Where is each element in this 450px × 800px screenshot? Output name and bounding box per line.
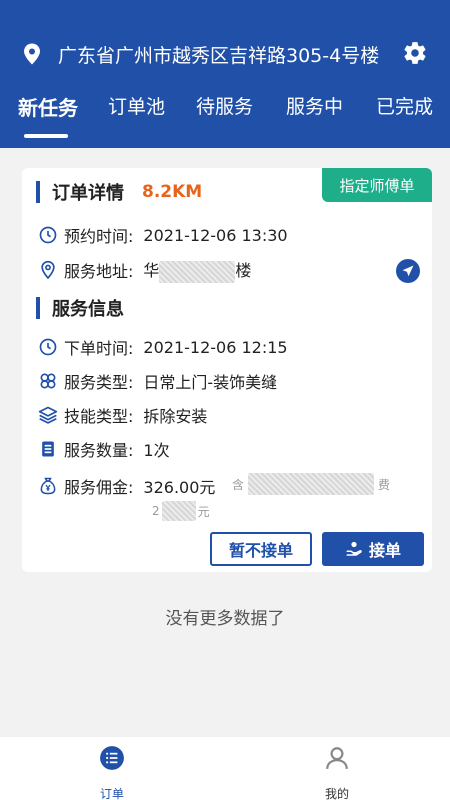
fee-line2-prefix: 2 [152,504,160,518]
reject-order-button[interactable]: 暂不接单 [210,532,312,566]
clock-icon [39,338,57,356]
service-quantity-label: 服务数量: [64,441,134,460]
service-info-title: 服务信息 [52,299,124,320]
clock-icon [39,226,57,244]
fee-note-line2: 2 元 [152,501,210,521]
accept-order-button[interactable]: 接单 [322,532,424,566]
tab-pending-service[interactable]: 待服务 [196,92,253,119]
nav-item-orders[interactable]: 订单 [72,745,152,800]
fee-note-prefix: 含 [232,477,245,492]
tab-completed[interactable]: 已完成 [376,92,433,119]
status-tabs: 新任务 订单池 待服务 服务中 已完成 [0,92,450,138]
commission-label: 服务佣金: [64,478,134,497]
current-location: 广东省广州市越秀区吉祥路305-4号楼 [58,44,380,67]
service-type-label: 服务类型: [64,373,134,392]
user-profile-icon [326,747,348,769]
location-bar[interactable]: 广东省广州市越秀区吉祥路305-4号楼 [0,32,450,76]
tab-order-pool[interactable]: 订单池 [108,92,165,119]
service-address-value: 华楼 [143,257,251,283]
tab-new-tasks[interactable]: 新任务 [18,92,78,121]
masked-fee-amount [161,501,196,521]
section-accent-bar [36,181,40,203]
skill-type-label: 技能类型: [64,407,134,426]
service-type-value: 日常上门-装饰美缝 [143,373,278,392]
address-suffix: 楼 [235,261,252,281]
location-marker-icon [41,260,55,280]
no-more-data-message: 没有更多数据了 [165,609,285,629]
orders-list-icon [100,746,124,770]
order-detail-heading: 订单详情 8.2KM [36,179,202,205]
money-bag-icon [40,477,56,495]
order-time-label: 下单时间: [64,339,134,358]
location-pin-icon [24,43,40,65]
commission-value: 326.00元 [143,478,216,497]
order-time-value: 2021-12-06 12:15 [143,337,288,357]
list-doc-icon [42,441,54,457]
fee-note: 含 费 [232,473,390,495]
order-detail-title: 订单详情 [52,183,124,204]
commission-row: 服务佣金: 326.00元 [38,471,215,501]
order-time-row: 下单时间: 2021-12-06 12:15 [38,332,288,362]
nav-item-mine[interactable]: 我的 [297,745,377,800]
hand-accept-icon [346,541,362,556]
accept-order-label: 接单 [368,541,401,560]
masked-fee-text [248,473,375,495]
skill-type-row: 技能类型: 拆除安装 [38,400,207,430]
skill-type-value: 拆除安装 [143,407,208,426]
layers-icon [38,406,58,424]
fee-line2-suffix: 元 [197,504,210,519]
distance-label: 8.2KM [142,182,203,202]
tab-in-service[interactable]: 服务中 [286,92,343,119]
address-prefix: 华 [143,261,160,281]
navigate-icon[interactable] [396,259,420,283]
service-address-row: 服务地址: 华楼 [38,255,251,285]
nav-label-orders: 订单 [99,787,124,800]
service-info-heading: 服务信息 [36,295,124,321]
appointment-time-label: 预约时间: [64,227,134,246]
bottom-navigation: 订单 我的 [0,737,450,800]
appointment-time-row: 预约时间: 2021-12-06 13:30 [38,220,288,250]
nav-label-mine: 我的 [324,787,349,800]
service-type-row: 服务类型: 日常上门-装饰美缝 [38,366,277,396]
service-quantity-value: 1次 [143,441,170,460]
section-accent-bar [36,297,40,319]
app-header: 广东省广州市越秀区吉祥路305-4号楼 新任务 订单池 待服务 服务中 已完成 [0,0,450,148]
order-card[interactable]: 指定师傅单 订单详情 8.2KM 预约时间: 2021-12-06 13:30 … [22,168,432,572]
appointment-time-value: 2021-12-06 13:30 [143,225,288,245]
settings-gear-icon[interactable] [402,40,428,66]
assigned-master-badge: 指定师傅单 [322,168,432,202]
fee-note-suffix: 费 [378,477,391,492]
clover-icon [40,373,56,389]
service-quantity-row: 服务数量: 1次 [38,434,170,464]
active-tab-indicator [24,134,68,138]
masked-address [159,260,236,283]
service-address-label: 服务地址: [64,262,134,281]
